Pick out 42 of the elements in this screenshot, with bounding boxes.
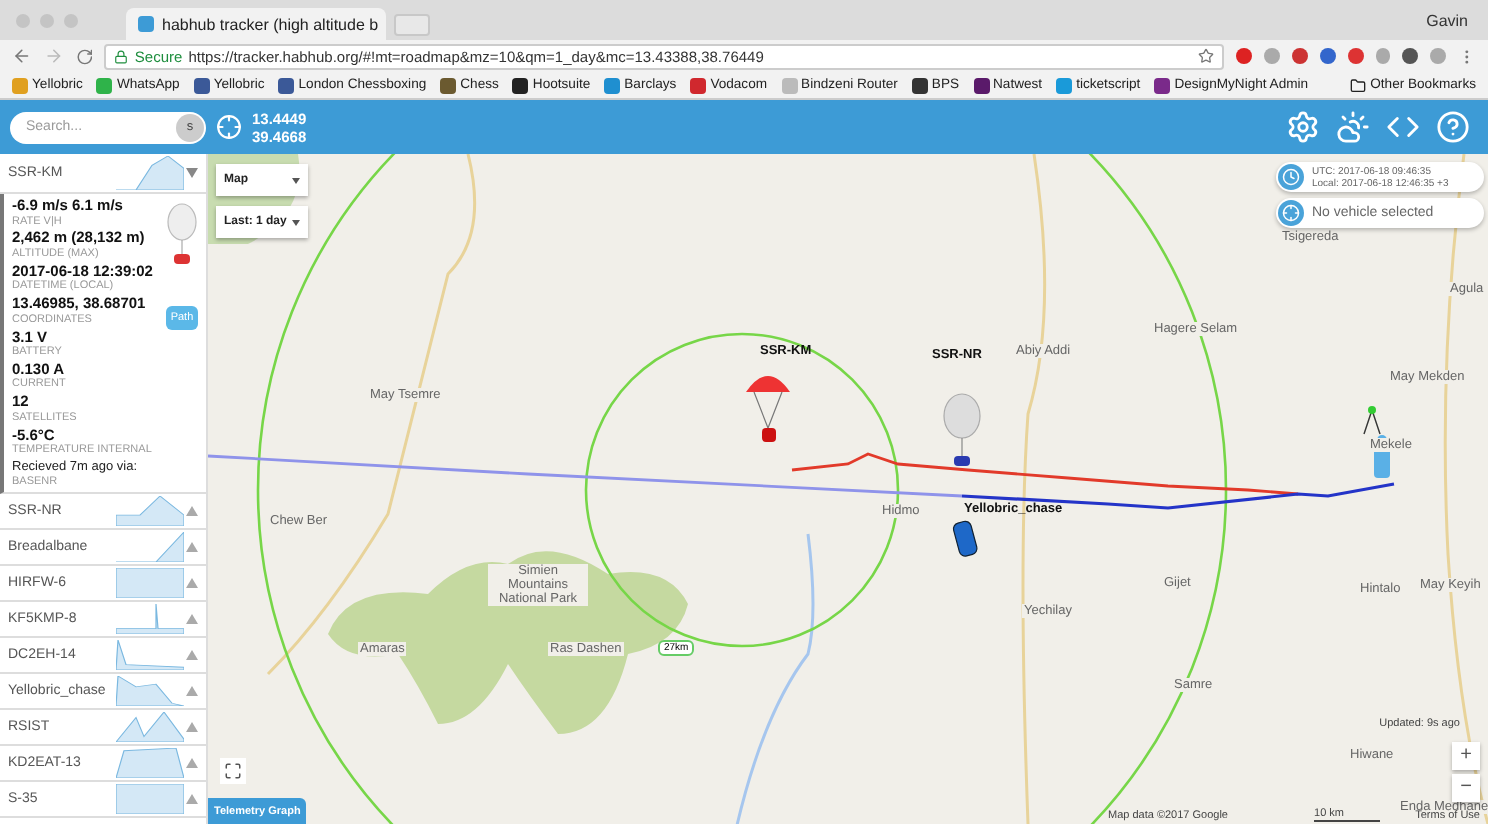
car-icon[interactable] xyxy=(951,519,979,559)
sparkline-chart xyxy=(116,712,184,743)
target-icon xyxy=(1282,204,1300,222)
caret-icon[interactable] xyxy=(186,506,198,517)
balloon-icon xyxy=(166,202,198,266)
caret-icon[interactable] xyxy=(186,542,198,553)
caret-icon[interactable] xyxy=(186,614,198,625)
star-icon[interactable] xyxy=(1198,48,1215,64)
back-icon[interactable] xyxy=(12,46,32,66)
zoom-in-button[interactable]: + xyxy=(1452,742,1480,770)
caret-icon[interactable] xyxy=(186,722,198,733)
sparkline-chart xyxy=(116,604,184,635)
sparkline-chart xyxy=(116,496,184,527)
settings-icon[interactable] xyxy=(1286,110,1320,144)
sparkline-chart xyxy=(116,748,184,779)
balloon-icon[interactable] xyxy=(943,393,981,466)
caret-icon[interactable] xyxy=(186,686,198,697)
caret-icon[interactable] xyxy=(186,168,198,178)
lock-icon xyxy=(114,49,129,63)
forward-icon[interactable] xyxy=(43,46,64,66)
clock-icon xyxy=(1282,168,1300,186)
crosshair-icon[interactable] xyxy=(216,114,242,140)
browser-tab[interactable]: habhub tracker (high altitude b xyxy=(126,8,386,40)
sparkline-chart xyxy=(116,676,184,707)
fullscreen-icon xyxy=(224,762,242,780)
caret-icon[interactable] xyxy=(186,794,198,805)
fullscreen-button[interactable] xyxy=(220,758,246,784)
parachute-icon[interactable] xyxy=(746,376,790,442)
caret-icon[interactable] xyxy=(186,650,198,661)
sparkline-chart xyxy=(116,640,184,671)
caret-icon[interactable] xyxy=(186,758,198,769)
reload-icon[interactable] xyxy=(75,47,93,65)
zoom-out-button[interactable]: − xyxy=(1452,774,1480,802)
folder-icon xyxy=(1350,77,1367,93)
weather-icon[interactable] xyxy=(1336,110,1370,144)
caret-icon[interactable] xyxy=(186,578,198,589)
sparkline-chart xyxy=(116,568,184,599)
help-icon[interactable] xyxy=(1436,110,1470,144)
sparkline-chart xyxy=(116,532,184,563)
sparkline-chart xyxy=(116,784,184,815)
radio-tower-icon xyxy=(1363,406,1381,435)
profile-name[interactable]: Gavin xyxy=(1426,11,1468,29)
